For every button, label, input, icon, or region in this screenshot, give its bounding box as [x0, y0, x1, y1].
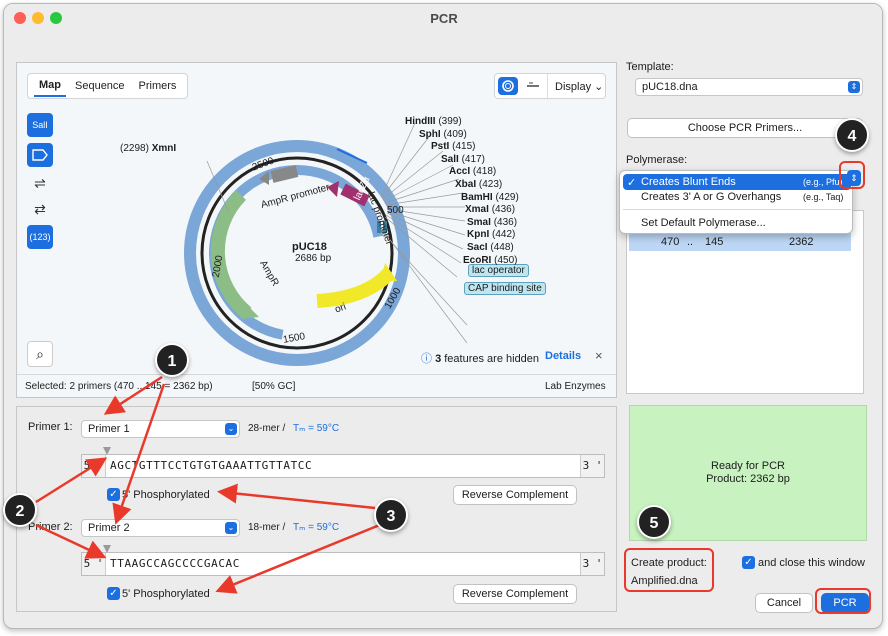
- callout-2: 2: [3, 493, 37, 527]
- highlight-create-product: [624, 548, 714, 592]
- callout-1: 1: [155, 343, 189, 377]
- callout-4: 4: [835, 118, 869, 152]
- highlight-polymerase-stepper: [839, 161, 865, 189]
- annotation-arrows: [35, 375, 383, 594]
- callout-3: 3: [374, 498, 408, 532]
- callout-5: 5: [637, 505, 671, 539]
- highlight-pcr-button: [815, 588, 871, 614]
